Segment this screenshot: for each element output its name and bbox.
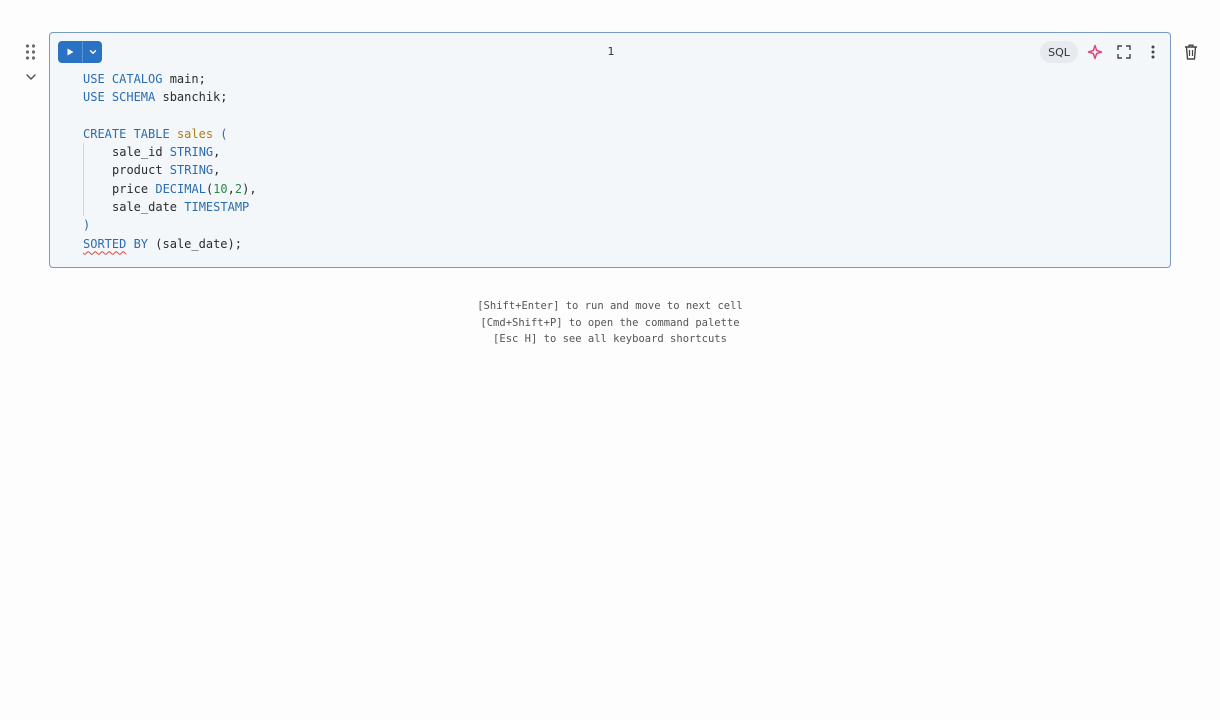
language-selector-button[interactable]: SQL — [1040, 41, 1078, 63]
kebab-menu-icon — [1151, 45, 1155, 59]
code-token: , — [213, 145, 221, 160]
play-icon — [67, 48, 74, 56]
notebook-page: 1 SQL USE CATALOG main; USE SCHEMA sbanch… — [0, 0, 1220, 720]
code-token: ), — [242, 181, 257, 196]
fullscreen-button[interactable] — [1114, 42, 1134, 62]
code-line: USE SCHEMA sbanchik; — [83, 88, 257, 106]
code-line: USE CATALOG main; — [83, 70, 257, 88]
code-token: sales — [176, 126, 214, 141]
code-token: BY — [126, 236, 149, 251]
code-token: sale_date — [112, 200, 185, 215]
code-token: 2 — [234, 181, 243, 196]
cell-number: 1 — [607, 45, 615, 58]
sparkle-icon — [1087, 44, 1103, 60]
collapse-cell-toggle[interactable] — [22, 70, 40, 84]
code-line: ) — [83, 216, 257, 234]
code-token: USE SCHEMA — [83, 90, 156, 105]
code-token: , — [213, 163, 221, 178]
run-cell-button[interactable] — [58, 41, 82, 63]
indent-guide — [83, 179, 112, 199]
more-options-button[interactable] — [1143, 42, 1163, 62]
indent-guide — [83, 161, 112, 180]
code-token: ( — [213, 126, 228, 141]
code-token: TIMESTAMP — [184, 200, 250, 215]
code-line: sale_date TIMESTAMP — [83, 198, 257, 217]
code-token: 10 — [213, 181, 228, 196]
code-token: STRING — [169, 145, 214, 160]
delete-cell-button[interactable] — [1182, 42, 1200, 62]
code-token: DECIMAL — [155, 181, 206, 196]
code-line: price DECIMAL(10,2), — [83, 179, 257, 199]
trash-icon — [1185, 44, 1197, 60]
chevron-down-icon — [26, 74, 36, 80]
code-editor[interactable]: USE CATALOG main; USE SCHEMA sbanchik; CRE… — [83, 70, 257, 253]
keyboard-hints: [Shift+Enter] to run and move to next ce… — [0, 298, 1220, 348]
code-token: sale_id — [112, 145, 170, 160]
code-token: SORTED — [83, 236, 127, 251]
code-line: SORTED BY (sale_date); — [83, 235, 257, 253]
chevron-down-icon — [89, 50, 96, 54]
indent-guide — [83, 143, 112, 162]
code-token: sbanchik; — [155, 90, 228, 105]
code-token: STRING — [169, 163, 214, 178]
hint-run: [Shift+Enter] to run and move to next ce… — [477, 300, 743, 312]
run-button-group — [58, 41, 102, 63]
run-options-button[interactable] — [83, 41, 102, 63]
code-token: product — [112, 163, 170, 178]
code-token: USE CATALOG — [83, 72, 163, 86]
expand-icon — [1117, 45, 1131, 59]
code-token: main; — [162, 72, 206, 86]
code-line: CREATE TABLE sales ( — [83, 125, 257, 143]
indent-guide — [83, 198, 112, 217]
hint-command-palette: [Cmd+Shift+P] to open the command palett… — [480, 316, 740, 329]
code-line: sale_id STRING, — [83, 143, 257, 162]
code-line: product STRING, — [83, 161, 257, 180]
drag-handle-icon[interactable] — [24, 43, 38, 61]
code-token: price — [112, 181, 156, 196]
assistant-button[interactable] — [1085, 42, 1105, 62]
code-token: , — [227, 181, 235, 196]
code-cell[interactable]: 1 SQL USE CATALOG main; USE SCHEMA sbanch… — [49, 32, 1171, 268]
code-token: (sale_date); — [148, 236, 242, 251]
hint-shortcuts: [Esc H] to see all keyboard shortcuts — [493, 333, 727, 345]
code-token: ) — [83, 218, 91, 233]
code-token: CREATE TABLE — [83, 126, 170, 141]
